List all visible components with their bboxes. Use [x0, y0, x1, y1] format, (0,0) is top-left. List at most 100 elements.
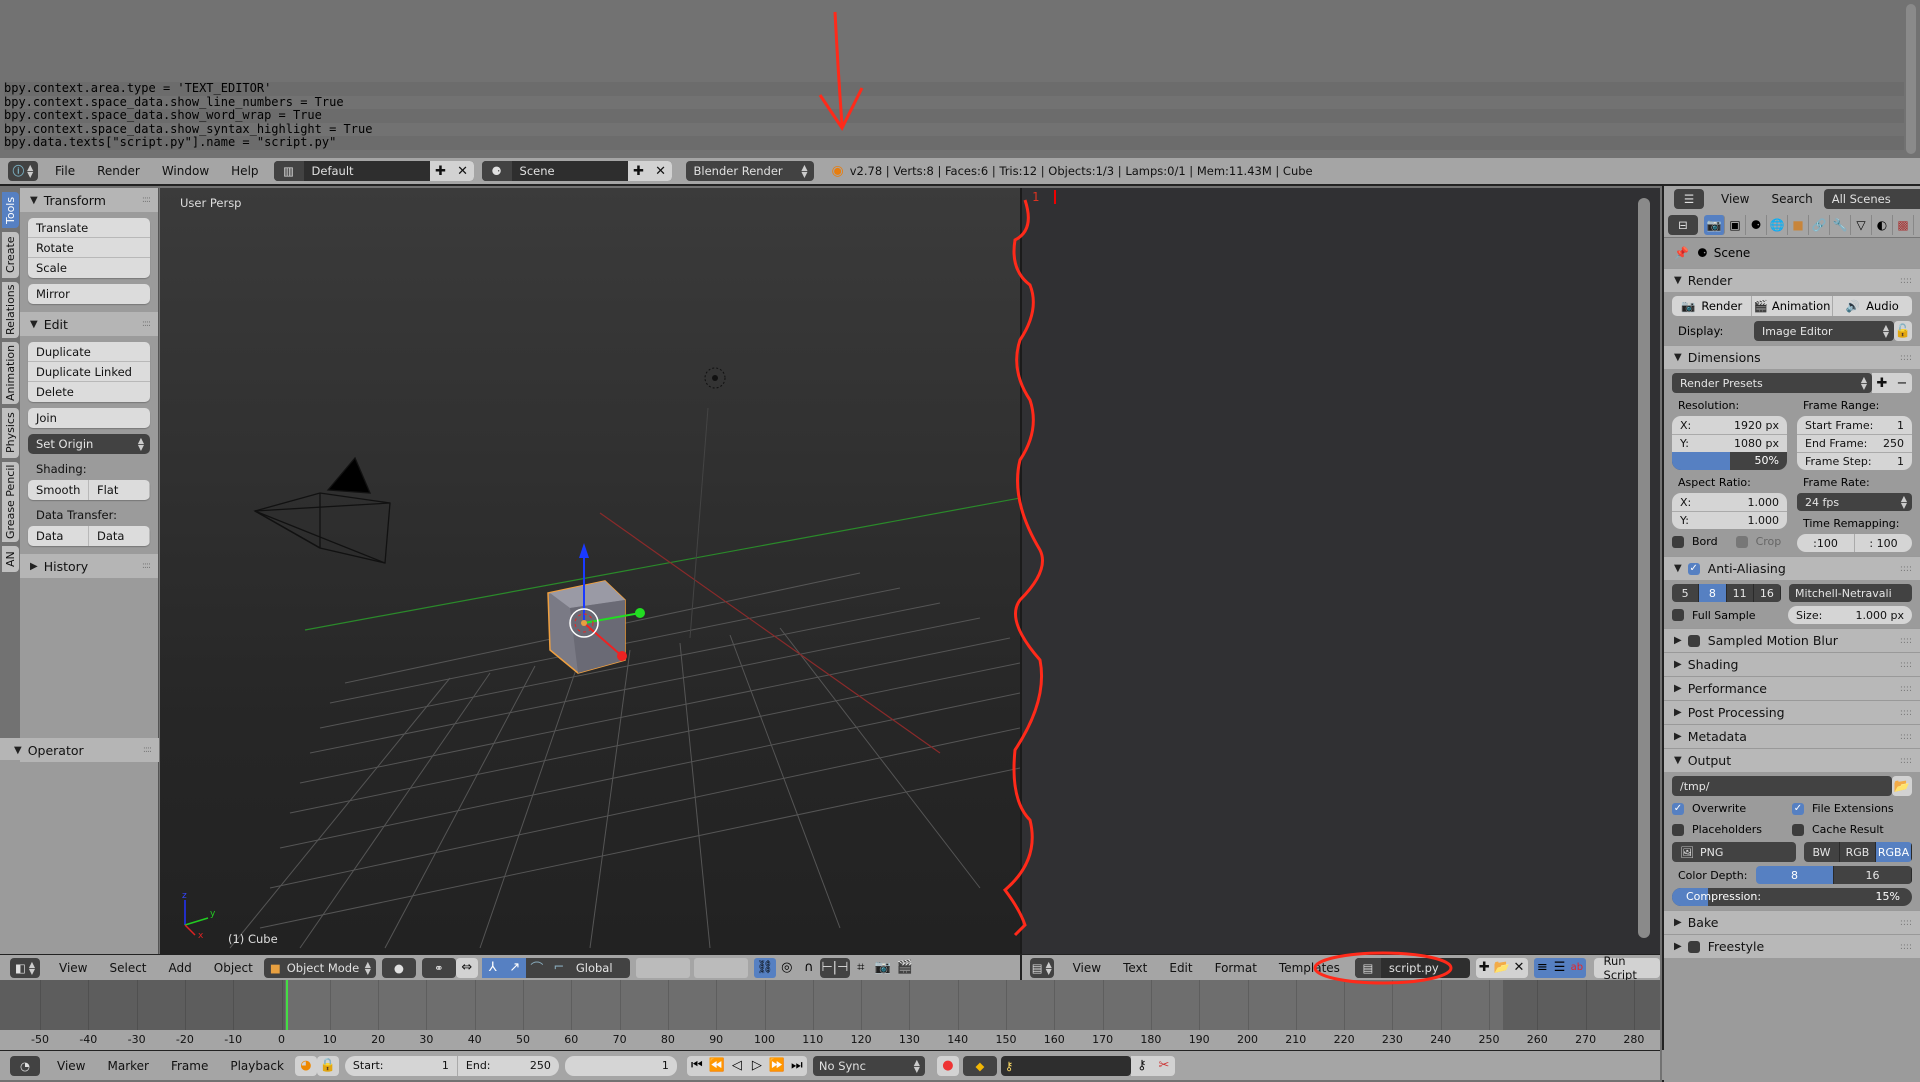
lock-interface-icon[interactable]: 🔓	[1894, 321, 1912, 341]
render-layers-tab-icon[interactable]: ▣	[1725, 214, 1746, 235]
jump-end-icon[interactable]: ⏭	[787, 1056, 807, 1076]
anti-aliasing-panel-header[interactable]: ▼ ✓ Anti-Aliasing::::	[1664, 556, 1920, 580]
timeline-ruler[interactable]: -50 -40 -30 -20 -10 0 10 20 30 40 50 60 70 80 90 100 110…	[0, 1030, 1660, 1050]
start-frame-field[interactable]: Start: 1	[344, 1055, 457, 1076]
menu-window[interactable]: Window	[151, 164, 220, 178]
lamp-icon[interactable]	[704, 367, 726, 389]
aa-size-field[interactable]: Size: 1.000 px	[1788, 606, 1912, 624]
python-console[interactable]: bpy.context.area.type = 'TEXT_EDITOR' bp…	[0, 0, 1920, 158]
freestyle-checkbox[interactable]	[1687, 940, 1700, 953]
drag-grip-icon[interactable]: ::::	[1900, 276, 1912, 286]
text-editor[interactable]: 1	[1020, 188, 1660, 954]
aa-sample-16[interactable]: 16	[1753, 584, 1781, 602]
edit-panel-header[interactable]: ▼ Edit ::::	[20, 312, 158, 336]
file-format-dropdown[interactable]: 🖼 PNG	[1672, 842, 1796, 862]
render-panel-header[interactable]: ▼ Render::::	[1664, 268, 1920, 292]
render-engine-dropdown[interactable]: Blender Render ▲ ▼	[685, 161, 814, 181]
render-animation-icon[interactable]: 🎬	[894, 958, 916, 978]
color-mode-rgb[interactable]: RGB	[1840, 842, 1876, 862]
start-frame-field[interactable]: Start Frame: 1	[1797, 416, 1912, 434]
dimensions-panel-header[interactable]: ▼ Dimensions::::	[1664, 345, 1920, 369]
data-button[interactable]: Data	[28, 526, 89, 546]
delete-layout-icon[interactable]: ✕	[451, 161, 474, 181]
bake-panel-header[interactable]: ▶ Bake::::	[1664, 910, 1920, 934]
menu-help[interactable]: Help	[220, 164, 269, 178]
manipulator-axes-icon[interactable]: ⅄	[481, 957, 504, 978]
drag-grip-icon[interactable]: ::::	[1900, 564, 1912, 574]
play-icon[interactable]: ▷	[747, 1056, 767, 1076]
pin-icon[interactable]: 📌	[1674, 246, 1689, 260]
orientation-dropdown[interactable]: Global	[570, 958, 613, 978]
menu-playback[interactable]: Playback	[219, 1059, 295, 1073]
join-button[interactable]: Join	[28, 408, 150, 428]
data-layout-button[interactable]: Data Layo	[89, 526, 150, 546]
frame-rate-dropdown[interactable]: 24 fps ▲ ▼	[1797, 493, 1912, 511]
history-panel-header[interactable]: ▶ History ::::	[20, 554, 158, 578]
color-mode-rgba[interactable]: RGBA	[1876, 842, 1912, 862]
editor-type-button[interactable]: ⓘ ▲ ▼	[8, 161, 38, 181]
sync-mode-dropdown[interactable]: No Sync ▲ ▼	[812, 1055, 925, 1076]
preview-range-icon[interactable]: ◕	[294, 1055, 317, 1076]
scale-button[interactable]: Scale	[28, 258, 150, 278]
render-tab-icon[interactable]: 📷	[1704, 214, 1725, 235]
menu-file[interactable]: File	[44, 164, 86, 178]
scene-tab-icon[interactable]: ⚈	[1746, 214, 1767, 235]
mirror-button[interactable]: Mirror	[28, 284, 150, 304]
remove-preset-icon[interactable]: −	[1892, 373, 1912, 393]
anti-aliasing-checkbox[interactable]: ✓	[1687, 562, 1700, 575]
metadata-panel-header[interactable]: ▶ Metadata::::	[1664, 724, 1920, 748]
resolution-y-field[interactable]: Y: 1080 px	[1672, 434, 1787, 452]
delete-scene-icon[interactable]: ✕	[649, 161, 672, 181]
output-path-field[interactable]: /tmp/	[1672, 776, 1892, 796]
console-scrollbar[interactable]	[1906, 4, 1916, 154]
aspect-y-field[interactable]: Y: 1.000	[1672, 511, 1787, 529]
modifiers-tab-icon[interactable]: 🔧	[1830, 214, 1851, 235]
editor-type-button[interactable]: ▤ ▲ ▼	[1030, 957, 1054, 978]
auto-keying-record-icon[interactable]: ●	[936, 1055, 959, 1076]
placeholders-checkbox[interactable]	[1672, 823, 1684, 836]
jump-prev-keyframe-icon[interactable]: ⏪	[707, 1056, 727, 1076]
unlink-text-icon[interactable]: ✕	[1510, 957, 1528, 978]
output-panel-header[interactable]: ▼ Output::::	[1664, 748, 1920, 772]
color-mode-bw[interactable]: BW	[1804, 842, 1840, 862]
object-tab-icon[interactable]: ■	[1788, 214, 1809, 235]
screen-layout-name[interactable]: Default	[304, 164, 430, 178]
material-tab-icon[interactable]: ◐	[1872, 214, 1893, 235]
snap-element-dropdown[interactable]: ⊢|⊣	[819, 957, 850, 978]
drag-grip-icon[interactable]: ::::	[1900, 942, 1912, 952]
operator-panel-header[interactable]: ▼ Operator ::::	[0, 738, 159, 762]
cube-object[interactable]	[547, 580, 626, 674]
menu-frame[interactable]: Frame	[160, 1059, 219, 1073]
display-mode-dropdown[interactable]: All Scenes	[1823, 189, 1920, 209]
rotate-button[interactable]: Rotate	[28, 238, 150, 258]
full-sample-checkbox[interactable]	[1672, 609, 1684, 621]
jump-start-icon[interactable]: ⏮	[687, 1056, 707, 1076]
audio-button[interactable]: 🔊 Audio	[1833, 296, 1912, 316]
drag-grip-icon[interactable]: ::::	[142, 319, 151, 329]
border-checkbox[interactable]	[1672, 535, 1684, 548]
freestyle-panel-header[interactable]: ▶ Freestyle::::	[1664, 934, 1920, 958]
drag-grip-icon[interactable]: ::::	[1900, 636, 1912, 646]
camera-object[interactable]	[253, 456, 391, 564]
keying-set-field[interactable]: ⚷	[1000, 1055, 1131, 1076]
color-depth-8[interactable]: 8	[1756, 866, 1834, 884]
cache-result-checkbox[interactable]	[1792, 823, 1804, 836]
menu-view[interactable]: View	[46, 1059, 96, 1073]
set-origin-dropdown[interactable]: Set Origin ▲ ▼	[28, 434, 150, 454]
motion-blur-checkbox[interactable]	[1687, 634, 1700, 647]
word-wrap-toggle-icon[interactable]: ☰	[1550, 957, 1569, 978]
menu-marker[interactable]: Marker	[96, 1059, 159, 1073]
color-depth-16[interactable]: 16	[1834, 866, 1912, 884]
overwrite-checkbox[interactable]: ✓	[1672, 802, 1684, 815]
drag-grip-icon[interactable]: ::::	[1900, 732, 1912, 742]
text-scrollbar[interactable]	[1638, 198, 1650, 938]
drag-grip-icon[interactable]: ::::	[142, 195, 151, 205]
aspect-x-field[interactable]: X: 1.000	[1672, 493, 1787, 511]
proportional-edit-icon[interactable]: ◎	[776, 958, 798, 978]
render-button[interactable]: 📷 Render	[1672, 296, 1753, 316]
duplicate-linked-button[interactable]: Duplicate Linked	[28, 362, 150, 382]
constraints-tab-icon[interactable]: 🔗	[1809, 214, 1830, 235]
render-still-icon[interactable]: 📷	[872, 958, 894, 978]
keying-mode-dropdown[interactable]: ◆	[962, 1055, 997, 1076]
resolution-percent-slider[interactable]: 50%	[1672, 452, 1787, 470]
